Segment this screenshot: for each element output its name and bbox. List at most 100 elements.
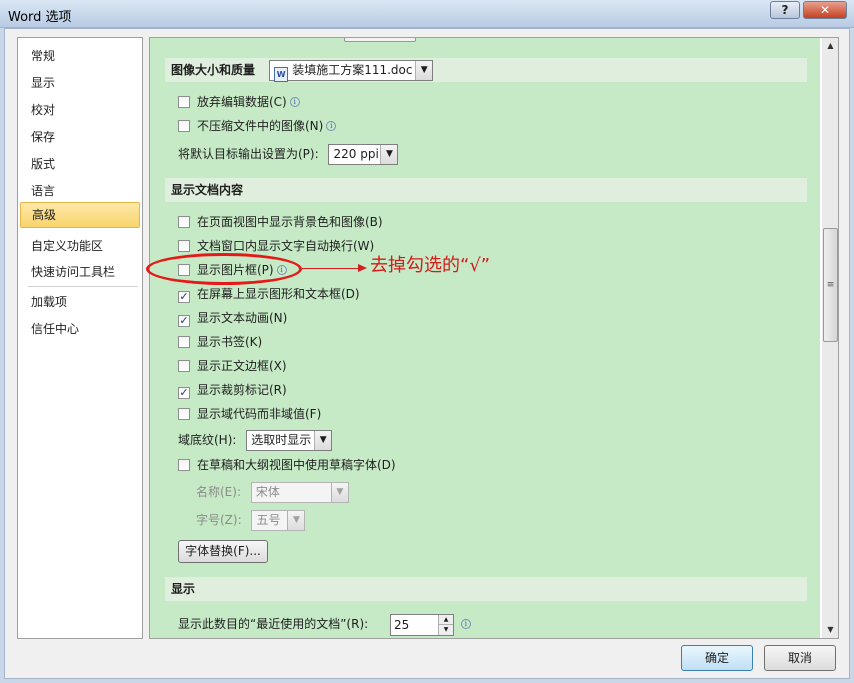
scroll-up-icon[interactable]: ▲ [822, 38, 838, 54]
info-icon: i [460, 619, 471, 629]
nav-divider [28, 286, 138, 287]
document-name: 装填施工方案111.doc [292, 63, 413, 77]
nav-item-trust-center[interactable]: 信任中心 [20, 317, 140, 341]
chevron-down-icon: ▼ [287, 511, 305, 530]
section-image-size-quality: 图像大小和质量 W 装填施工方案111.doc ▼ [165, 58, 807, 82]
nav-item-add-ins[interactable]: 加载项 [20, 290, 140, 314]
option-text-animation[interactable]: ✓ 显示文本动画(N) [178, 308, 287, 328]
option-label: 放弃编辑数据(C) [197, 95, 287, 109]
section-title: 图像大小和质量 [171, 63, 256, 77]
default-output-select[interactable]: 220 ppi ▼ [328, 144, 399, 165]
option-label: 显示裁剪标记(R) [197, 383, 287, 397]
default-output-value: 220 ppi [333, 147, 379, 161]
nav-item-display[interactable]: 显示 [20, 71, 140, 95]
help-button[interactable]: ? [770, 1, 800, 19]
option-label: 文档窗口内显示文字自动换行(W) [197, 239, 375, 253]
nav-item-save[interactable]: 保存 [20, 125, 140, 149]
option-label: 在页面视图中显示背景色和图像(B) [197, 215, 383, 229]
info-icon: i [326, 121, 337, 131]
partial-button[interactable] [344, 38, 416, 42]
annotation-arrowhead [358, 264, 367, 272]
category-nav: 常规 显示 校对 保存 版式 语言 高级 自定义功能区 快速访问工具栏 加载项 … [17, 37, 143, 639]
document-select[interactable]: W 装填施工方案111.doc ▼ [269, 60, 434, 82]
spin-down-icon[interactable]: ▼ [438, 624, 454, 635]
cancel-button[interactable]: 取消 [764, 645, 836, 671]
spin-up-icon[interactable]: ▲ [438, 614, 454, 625]
options-panel: 图像大小和质量 W 装填施工方案111.doc ▼ 放弃编辑数据(C) i 不压缩文… [149, 37, 839, 639]
font-size-row: 字号(Z): 五号 ▼ [196, 508, 306, 532]
font-name-select[interactable]: 宋体 ▼ [250, 482, 349, 503]
options-content: 图像大小和质量 W 装填施工方案111.doc ▼ 放弃编辑数据(C) i 不压缩文… [150, 38, 820, 638]
checkbox[interactable] [178, 336, 190, 348]
option-field-codes[interactable]: 显示域代码而非域值(F) [178, 404, 321, 424]
recent-documents-label: 显示此数目的“最近使用的文档”(R): [178, 617, 369, 631]
checkbox[interactable] [178, 216, 190, 228]
section-show-document-content: 显示文档内容 [165, 178, 807, 202]
info-icon: i [289, 97, 300, 107]
nav-item-customize-ribbon[interactable]: 自定义功能区 [20, 234, 140, 258]
nav-item-advanced[interactable]: 高级 [20, 202, 140, 228]
recent-documents-value: 25 [394, 617, 410, 632]
chevron-down-icon: ▼ [415, 61, 433, 80]
font-name-value: 宋体 [255, 485, 280, 499]
checkbox[interactable]: ✓ [178, 387, 190, 399]
checkbox[interactable] [178, 408, 190, 420]
ok-button[interactable]: 确定 [681, 645, 753, 671]
field-shading-select[interactable]: 选取时显示 ▼ [246, 430, 333, 451]
close-button[interactable]: ✕ [803, 1, 847, 19]
chevron-down-icon: ▼ [380, 145, 398, 164]
option-bookmarks[interactable]: 显示书签(K) [178, 332, 262, 352]
word-doc-icon: W [274, 67, 289, 82]
section-display: 显示 [165, 577, 807, 601]
field-shading-row: 域底纹(H): 选取时显示 ▼ [178, 428, 333, 452]
annotation-arrow-line [302, 268, 362, 269]
section-title: 显示文档内容 [171, 183, 244, 197]
option-label: 在屏幕上显示图形和文本框(D) [197, 287, 360, 301]
vertical-scrollbar[interactable]: ▲ ≡ ▼ [822, 38, 838, 638]
checkbox[interactable] [178, 459, 190, 471]
option-no-compress-images[interactable]: 不压缩文件中的图像(N) i [178, 116, 337, 136]
checkbox[interactable]: ✓ [178, 291, 190, 303]
checkbox[interactable] [178, 240, 190, 252]
default-output-label: 将默认目标输出设置为(P): [178, 147, 319, 161]
field-shading-value: 选取时显示 [251, 433, 312, 447]
checkbox[interactable] [178, 120, 190, 132]
font-name-label: 名称(E): [196, 485, 241, 499]
option-label: 显示正文边框(X) [197, 359, 287, 373]
font-size-label: 字号(Z): [196, 513, 242, 527]
nav-item-language[interactable]: 语言 [20, 179, 140, 203]
option-page-background[interactable]: 在页面视图中显示背景色和图像(B) [178, 212, 383, 232]
option-label: 显示域代码而非域值(F) [197, 407, 322, 421]
nav-item-layout[interactable]: 版式 [20, 152, 140, 176]
option-text-boundaries[interactable]: 显示正文边框(X) [178, 356, 287, 376]
checkbox[interactable] [178, 96, 190, 108]
dialog-body: 常规 显示 校对 保存 版式 语言 高级 自定义功能区 快速访问工具栏 加载项 … [4, 28, 850, 679]
recent-documents-stepper[interactable]: 25 ▲ ▼ [390, 613, 455, 636]
option-label: 显示书签(K) [197, 335, 263, 349]
option-label: 不压缩文件中的图像(N) [197, 119, 324, 133]
option-drawings-textboxes[interactable]: ✓ 在屏幕上显示图形和文本框(D) [178, 284, 360, 304]
nav-item-general[interactable]: 常规 [20, 44, 140, 68]
scrollbar-thumb[interactable]: ≡ [823, 228, 838, 342]
default-output-row: 将默认目标输出设置为(P): 220 ppi ▼ [178, 142, 399, 166]
checkbox[interactable] [178, 360, 190, 372]
scroll-down-icon[interactable]: ▼ [822, 622, 838, 638]
recent-documents-row: 显示此数目的“最近使用的文档”(R): 25 ▲ ▼ i [178, 612, 471, 636]
chevron-down-icon: ▼ [314, 431, 332, 450]
window-title: Word 选项 [8, 10, 72, 25]
option-crop-marks[interactable]: ✓ 显示裁剪标记(R) [178, 380, 287, 400]
font-substitution-button[interactable]: 字体替换(F)... [178, 540, 268, 563]
title-bar: Word 选项 ? ✕ [0, 0, 854, 28]
annotation-highlight-ellipse [146, 253, 302, 285]
checkbox[interactable]: ✓ [178, 315, 190, 327]
nav-item-quick-access-toolbar[interactable]: 快速访问工具栏 [20, 260, 140, 284]
chevron-down-icon: ▼ [330, 483, 348, 502]
option-discard-edit-data[interactable]: 放弃编辑数据(C) i [178, 92, 300, 112]
font-size-select[interactable]: 五号 ▼ [251, 510, 306, 531]
section-title: 显示 [171, 582, 196, 596]
option-label: 在草稿和大纲视图中使用草稿字体(D) [197, 458, 396, 472]
font-name-row: 名称(E): 宋体 ▼ [196, 480, 349, 504]
option-draft-font[interactable]: 在草稿和大纲视图中使用草稿字体(D) [178, 455, 396, 475]
option-label: 显示文本动画(N) [197, 311, 288, 325]
nav-item-proofing[interactable]: 校对 [20, 98, 140, 122]
